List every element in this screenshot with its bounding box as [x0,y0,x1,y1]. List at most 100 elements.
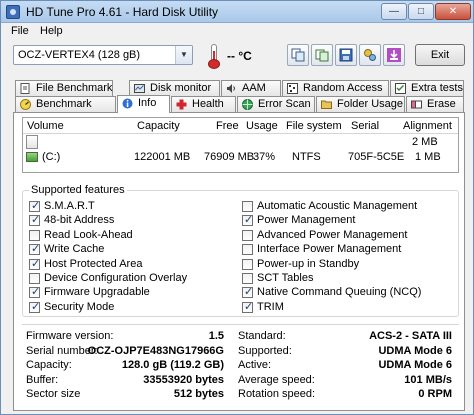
tab-error-scan[interactable]: Error Scan [237,96,315,112]
tab-file-benchmark[interactable]: File Benchmark [15,80,113,96]
feature-checkbox[interactable] [29,199,40,212]
feature-checkbox[interactable] [242,229,253,241]
feature-checkbox[interactable] [242,258,253,270]
tab-health[interactable]: Health [171,96,236,112]
info-label-average-speed: Average speed: [238,373,315,386]
col-volume[interactable]: Volume [27,120,64,132]
feature-checkbox[interactable] [29,229,40,241]
feature-label: Power Management [257,214,356,227]
feature-checkbox[interactable] [242,300,253,313]
info-value-buffer: 33553920 bytes [143,373,224,386]
feature-label: Automatic Acoustic Management [257,200,418,212]
info-value-firmware-version: 1.5 [208,330,224,342]
feature-label: Host Protected Area [44,257,143,270]
window-title: HD Tune Pro 4.61 - Hard Disk Utility [26,5,219,19]
info-label-sector-size: Sector size [26,388,81,401]
tab-extra-tests[interactable]: Extra tests [390,80,464,96]
feature-label: SCT Tables [257,272,314,284]
table-row[interactable]: 2 MB (C:) 122001 MB 76909 MB 37% NTFS 70… [23,135,458,172]
tab-random-access[interactable]: Random Access [282,80,389,96]
col-serial[interactable]: Serial [351,120,379,132]
col-usage[interactable]: Usage [246,120,278,132]
health-cross-icon [176,99,187,110]
tab-erase[interactable]: Erase [406,96,464,112]
speaker-icon [227,84,235,93]
drive-select[interactable]: OCZ-VERTEX4 (128 gB) ▼ [13,45,193,65]
feature-checkbox[interactable] [29,242,40,256]
volume-table[interactable]: Volume Capacity Free Usage File system S… [22,117,459,173]
tab-folder-usage[interactable]: Folder Usage [316,96,405,112]
checklist-icon [395,83,406,94]
eraser-icon [411,100,422,109]
tab-disk-monitor[interactable]: Disk monitor [129,80,220,96]
feature-checkbox[interactable] [29,300,40,313]
copy-alt-icon [315,49,329,62]
info-value-sector-size: 512 bytes [173,388,224,401]
info-label-buffer: Buffer: [26,373,59,386]
menu-help[interactable]: Help [40,25,63,37]
minimize-button[interactable]: — [381,3,407,20]
feature-label: 48-bit Address [44,214,115,227]
feature-label: Firmware Upgradable [44,286,150,299]
feature-checkbox[interactable] [29,213,40,227]
feature-checkbox[interactable] [242,213,253,227]
info-value-active: UDMA Mode 6 [378,359,452,372]
thermometer-icon [205,43,223,69]
maximize-button[interactable]: □ [408,3,434,20]
volume-table-header: Volume Capacity Free Usage File system S… [23,118,458,134]
app-window: HD Tune Pro 4.61 - Hard Disk Utility — □… [0,0,474,415]
download-button[interactable] [383,44,405,66]
title-bar[interactable]: HD Tune Pro 4.61 - Hard Disk Utility — □… [1,1,473,23]
feature-checkbox[interactable] [29,285,40,299]
alignment-value: 2 MB [412,136,438,148]
volume-value: (C:) [42,151,61,163]
folder-icon [321,100,332,109]
capacity-value: 122001 MB [134,151,191,163]
file-system-value: NTFS [292,151,321,163]
download-icon [387,48,401,62]
feature-checkbox[interactable] [29,257,40,270]
feature-label: Device Configuration Overlay [44,272,188,284]
tab-benchmark[interactable]: Benchmark [15,96,116,112]
feature-checkbox[interactable] [242,244,253,256]
col-file-system[interactable]: File system [286,120,342,132]
partition-icon [26,152,38,162]
disk-monitor-icon [134,84,145,93]
feature-label: TRIM [257,300,284,313]
benchmark-icon [20,99,31,110]
info-value-supported: UDMA Mode 6 [378,344,452,357]
copy-all-button[interactable] [311,44,333,66]
exit-button[interactable]: Exit [415,44,465,66]
close-button[interactable]: ✕ [435,3,471,20]
info-label-supported: Supported: [238,344,292,357]
feature-label: Write Cache [44,243,105,256]
feature-checkbox[interactable] [242,201,253,212]
temperature-readout: -- °C [227,49,252,63]
toolbar: OCZ-VERTEX4 (128 gB) ▼ -- °C Exit [1,40,473,74]
copy-info-button[interactable] [287,44,309,66]
tab-aam[interactable]: AAM [221,80,281,96]
info-value-average-speed: 101 MB/s [404,373,452,386]
feature-checkbox[interactable] [242,273,253,284]
save-icon [339,48,353,62]
col-capacity[interactable]: Capacity [137,120,180,132]
menu-file[interactable]: File [11,25,29,37]
save-button[interactable] [335,44,357,66]
tab-info[interactable]: Info [117,95,170,113]
options-button[interactable] [359,44,381,66]
col-alignment[interactable]: Alignment [403,120,452,132]
info-value-rotation-speed: 0 RPM [418,388,452,401]
chevron-down-icon[interactable]: ▼ [175,46,192,64]
info-label-standard: Standard: [238,330,286,342]
menu-bar: File Help [1,23,473,40]
copy-icon [291,48,305,62]
feature-label: Security Mode [44,300,115,313]
col-free[interactable]: Free [216,120,239,132]
alignment-value-c: 1 MB [415,151,441,163]
feature-checkbox[interactable] [29,273,40,284]
info-value-serial-number: OCZ-OJP7E483NG17966G [87,344,224,357]
options-icon [364,49,376,61]
feature-checkbox[interactable] [242,285,253,299]
usage-value: 37% [253,151,276,163]
feature-label: Advanced Power Management [257,228,408,241]
